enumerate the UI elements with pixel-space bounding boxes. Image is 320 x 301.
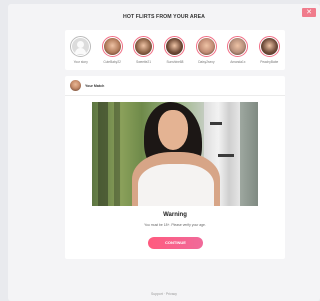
- avatar-face: [260, 38, 278, 55]
- story-item[interactable]: PeachyBabe: [256, 36, 282, 64]
- story-item[interactable]: Amanda1x: [225, 36, 251, 64]
- avatar[interactable]: [70, 80, 81, 91]
- profile-photo[interactable]: [92, 102, 258, 206]
- avatar-face: [103, 38, 121, 55]
- card-header: Your Match: [65, 76, 285, 96]
- story-avatar[interactable]: [164, 36, 186, 57]
- avatar-face: [197, 38, 215, 55]
- page-title: HOT FLIRTS FROM YOUR AREA: [122, 14, 206, 20]
- story-avatar[interactable]: [195, 36, 217, 57]
- continue-button[interactable]: CONTINUE: [148, 237, 203, 249]
- avatar-face: [229, 38, 247, 55]
- story-name: Sweetie21: [136, 60, 151, 64]
- warning-title: Warning: [163, 212, 187, 218]
- avatar-face: [135, 38, 153, 55]
- modal: ✕ HOT FLIRTS FROM YOUR AREA Your story Cu…: [8, 4, 320, 301]
- stories-bar: Your story CuteBaby22 Sweetie21 Sunshine88 D…: [65, 30, 285, 70]
- photo-tree-trunk: [114, 102, 120, 206]
- story-avatar[interactable]: [258, 36, 280, 57]
- story-name: Sunshine88: [166, 60, 184, 64]
- photo-face: [158, 110, 188, 150]
- story-name: CuteBaby22: [103, 60, 121, 64]
- avatar-face: [166, 38, 184, 55]
- footer-links[interactable]: Support · Privacy: [8, 292, 320, 296]
- story-name: PeachyBabe: [260, 60, 279, 64]
- story-item[interactable]: CuteBaby22: [99, 36, 125, 64]
- story-avatar[interactable]: [101, 36, 123, 57]
- warning-text: You must be 18+. Please verify your age.: [144, 223, 206, 227]
- story-item[interactable]: Your story: [68, 36, 94, 64]
- story-item[interactable]: Sweetie21: [131, 36, 157, 64]
- story-name: Daisy2sexy: [198, 60, 215, 64]
- story-name: Amanda1x: [230, 60, 246, 64]
- photo-shirt: [138, 164, 214, 206]
- photo-birch-mark: [218, 154, 234, 157]
- story-avatar[interactable]: [227, 36, 249, 57]
- story-avatar[interactable]: [133, 36, 155, 57]
- story-item[interactable]: Daisy2sexy: [193, 36, 219, 64]
- story-item[interactable]: Sunshine88: [162, 36, 188, 64]
- photo-tree-trunk: [98, 102, 108, 206]
- post-card: Your Match Warning You must be 18+. Plea…: [65, 76, 285, 259]
- user-placeholder-icon[interactable]: [70, 36, 92, 57]
- card-username[interactable]: Your Match: [85, 84, 104, 88]
- photo-birch-mark: [210, 122, 222, 125]
- avatar-face: [72, 38, 90, 55]
- story-name: Your story: [73, 60, 88, 64]
